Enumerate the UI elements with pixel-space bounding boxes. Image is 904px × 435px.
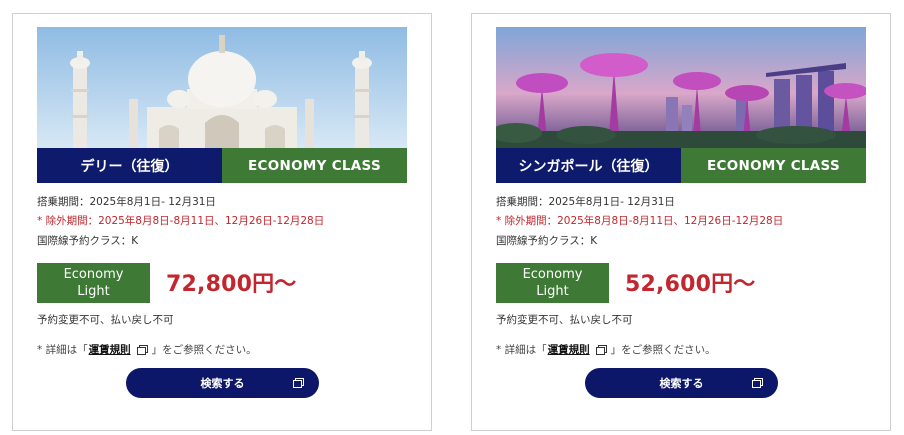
fare-type-line1: Economy [63, 267, 124, 282]
external-window-icon [293, 378, 304, 388]
taj-mahal-photo [37, 27, 407, 148]
search-button-label: 検索する [659, 377, 704, 390]
booking-class: 国際線予約クラス：K [496, 235, 598, 247]
fare-card-delhi: デリー（往復） ECONOMY CLASS 搭乗期間：2025年8月1日- 12… [12, 13, 432, 431]
fare-type-line1: Economy [522, 267, 583, 282]
destination-label: デリー（往復） [37, 148, 222, 183]
fare-condition: 予約変更不可、払い戻し不可 [496, 314, 633, 326]
fare-type-badge: Economy Light [37, 263, 150, 303]
fare-card-singapore: シンガポール（往復） ECONOMY CLASS 搭乗期間：2025年8月1日-… [471, 13, 891, 431]
card-title-bar: デリー（往復） ECONOMY CLASS [37, 148, 407, 183]
external-window-icon [136, 345, 148, 355]
fare-type-line2: Light [536, 284, 569, 299]
external-window-icon [595, 345, 607, 355]
fare-rules-link[interactable]: 運賃規則 [89, 342, 131, 357]
fare-type-badge: Economy Light [496, 263, 609, 303]
detail-prefix: * 詳細は「 [37, 344, 88, 356]
blackout-period: * 除外期間：2025年8月8日-8月11日、12月26日-12月28日 [496, 215, 784, 227]
fare-type-line2: Light [77, 284, 110, 299]
search-button-label: 検索する [200, 377, 245, 390]
detail-prefix: * 詳細は「 [496, 344, 547, 356]
search-button[interactable]: 検索する [126, 368, 319, 398]
blackout-period: * 除外期間：2025年8月8日-8月11日、12月26日-12月28日 [37, 215, 325, 227]
fare-condition: 予約変更不可、払い戻し不可 [37, 314, 174, 326]
detail-suffix: 」をご参照ください。 [610, 344, 716, 356]
card-hero: シンガポール（往復） ECONOMY CLASS [496, 27, 866, 183]
fare-rules-link[interactable]: 運賃規則 [548, 342, 590, 357]
travel-period: 搭乗期間：2025年8月1日- 12月31日 [496, 196, 675, 208]
search-button[interactable]: 検索する [585, 368, 778, 398]
class-label: ECONOMY CLASS [681, 148, 866, 183]
travel-period: 搭乗期間：2025年8月1日- 12月31日 [37, 196, 216, 208]
card-title-bar: シンガポール（往復） ECONOMY CLASS [496, 148, 866, 183]
class-label: ECONOMY CLASS [222, 148, 407, 183]
price: 52,600円～ [625, 272, 756, 297]
card-hero: デリー（往復） ECONOMY CLASS [37, 27, 407, 183]
gardens-by-the-bay-photo [496, 27, 866, 148]
detail-suffix: 」をご参照ください。 [151, 344, 257, 356]
fare-rules-note: * 詳細は「 運賃規則 」をご参照ください。 [496, 342, 716, 357]
destination-label: シンガポール（往復） [496, 148, 681, 183]
external-window-icon [752, 378, 763, 388]
booking-class: 国際線予約クラス：K [37, 235, 139, 247]
price: 72,800円～ [166, 272, 297, 297]
fare-rules-note: * 詳細は「 運賃規則 」をご参照ください。 [37, 342, 257, 357]
